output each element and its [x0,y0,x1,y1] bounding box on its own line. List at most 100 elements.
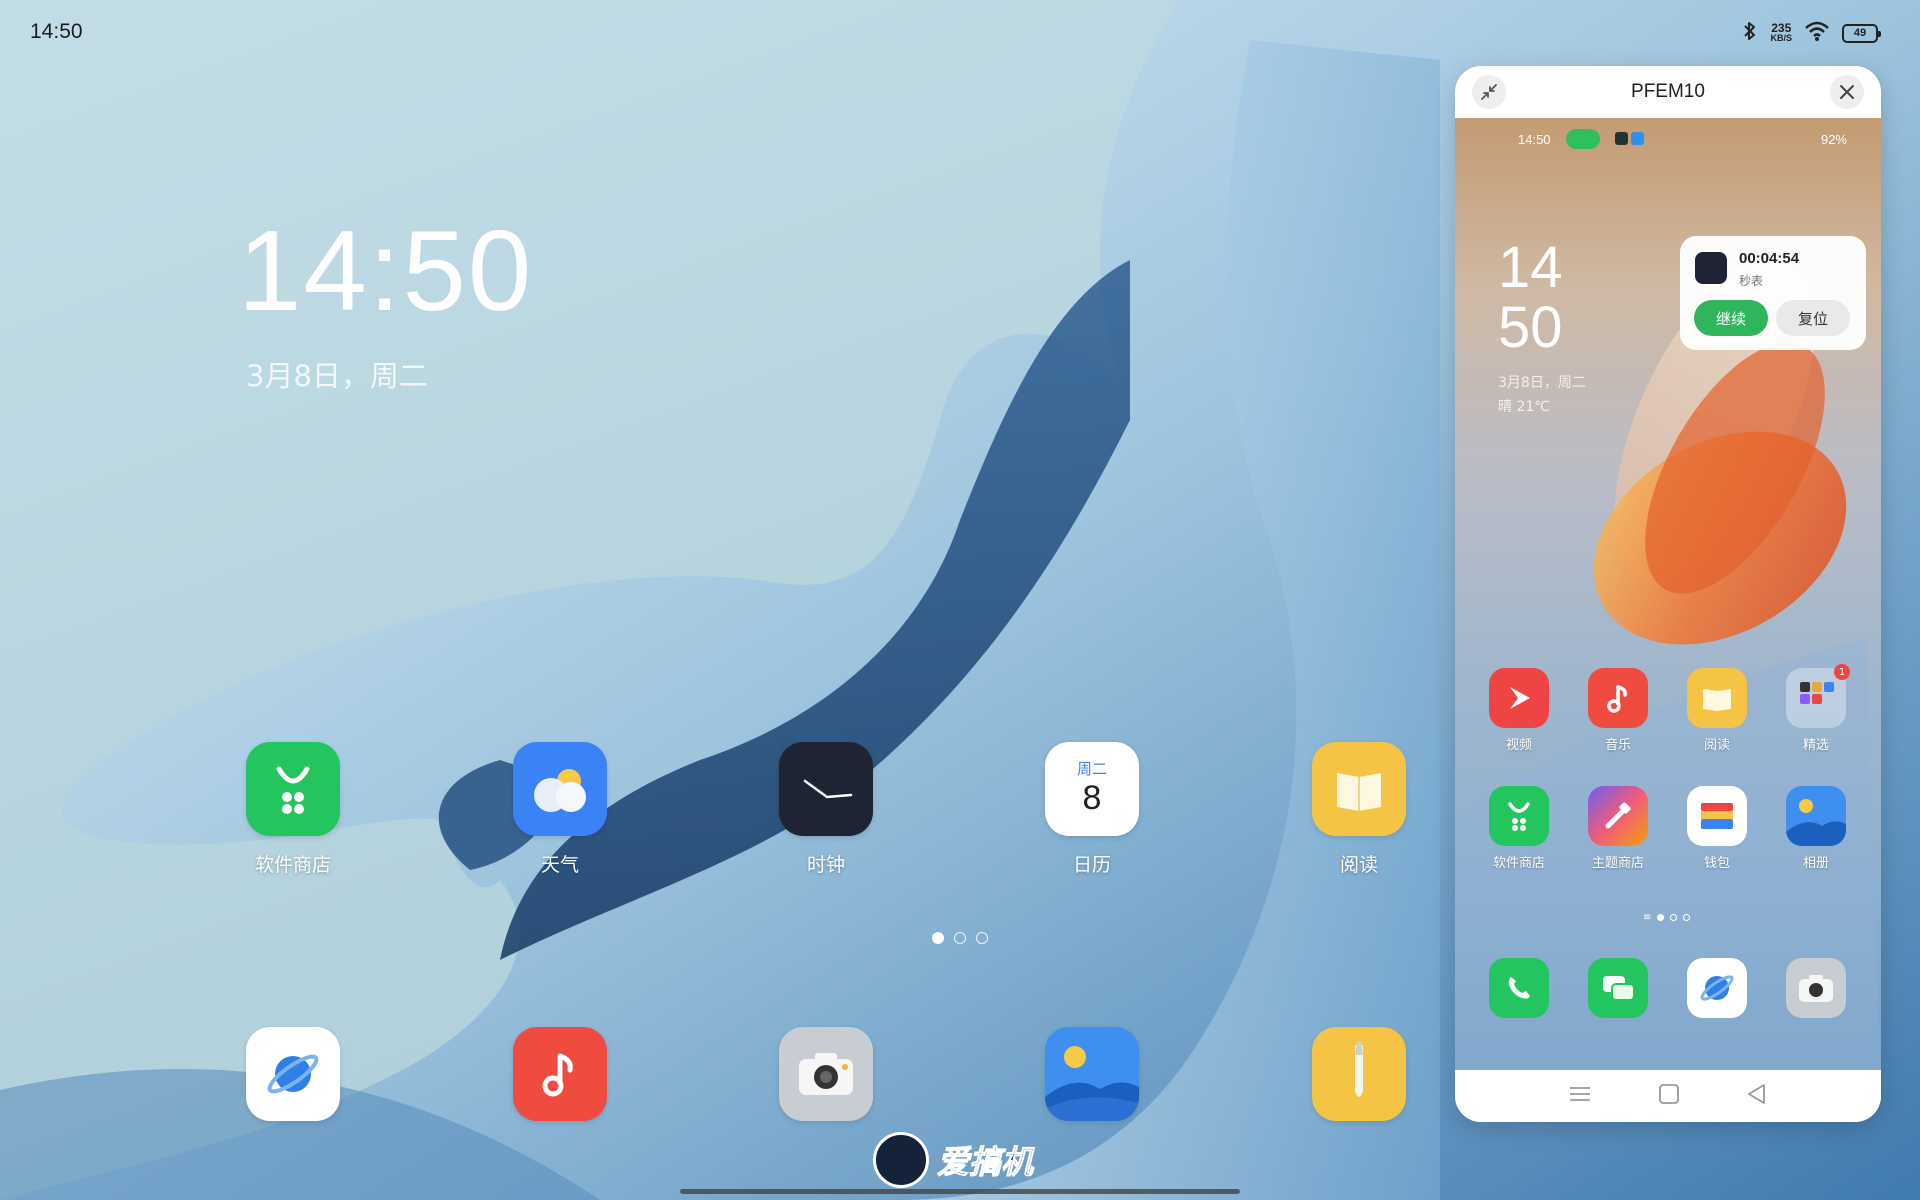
app-store-icon [246,742,340,836]
dock-music[interactable] [480,1027,640,1121]
app-label: 软件商店 [254,854,331,876]
phone-screen[interactable]: 14:50 92% 14 50 3月8日，周二 晴 21℃ 00:04:54 秒… [1455,118,1881,1070]
phone-app-software-store[interactable]: 软件商店 [1474,786,1564,871]
back-icon[interactable] [1746,1083,1768,1109]
home-icon[interactable] [1658,1083,1680,1109]
phone-app-label: 主题商店 [1591,856,1644,871]
clock-date: 3月8日，周二 [246,359,428,393]
home-indicator[interactable] [680,1189,1240,1194]
reset-button[interactable]: 复位 [1776,300,1850,336]
phone-status-time: 14:50 [1518,132,1551,147]
page-dot[interactable] [976,932,988,944]
stopwatch-card[interactable]: 00:04:54 秒表 继续 复位 [1680,236,1866,350]
book-icon [1687,668,1747,728]
phone-nav-bar [1455,1070,1881,1122]
menu-icon: ≡ [1643,912,1652,923]
dock-notes[interactable] [1279,1027,1439,1121]
messages-icon [1588,958,1648,1018]
phone-date: 3月8日，周二 [1498,375,1586,391]
notification-badge: 1 [1834,664,1850,680]
phone-folder-featured[interactable]: 1 精选 [1771,664,1861,753]
gallery-icon [1045,1027,1139,1121]
clock-icon [779,742,873,836]
phone-icon [1489,958,1549,1018]
app-reading[interactable]: 阅读 [1279,742,1439,877]
watermark-text: 爱搞机 [936,1143,1034,1182]
phone-app-reading[interactable]: 阅读 [1672,668,1762,753]
status-time: 14:50 [30,20,83,43]
battery-indicator: 49 [1842,23,1881,43]
phone-app-label: 钱包 [1703,856,1730,871]
network-speed: 235 KB/S [1770,21,1792,43]
calendar-day: 8 [1082,778,1102,817]
phone-mirror-window[interactable]: PFEM10 14:50 92% 14 50 3月8日，周二 晴 21℃ 00:… [1455,66,1881,1122]
phone-status-bar: 14:50 92% [1455,118,1881,162]
weather-icon [513,742,607,836]
phone-app-label: 精选 [1802,738,1829,753]
app-clock[interactable]: 时钟 [746,742,906,877]
app-label: 阅读 [1339,854,1378,876]
dock-browser[interactable] [213,1027,373,1121]
app-label: 日历 [1072,854,1111,876]
close-button[interactable] [1830,75,1864,109]
phone-dock-messages[interactable] [1573,958,1663,1018]
shrink-icon [1481,84,1497,100]
phone-dock-browser[interactable] [1672,958,1762,1018]
watermark-logo [873,1132,929,1188]
dock-gallery[interactable] [1012,1027,1172,1121]
phone-app-label: 软件商店 [1492,856,1545,871]
phone-app-label: 视频 [1505,738,1532,753]
phone-clock-hour: 14 [1498,235,1563,300]
network-speed-value: 235 [1771,21,1792,35]
cast-icon [1566,129,1600,149]
phone-dock-camera[interactable] [1771,958,1861,1018]
page-dot[interactable] [932,932,944,944]
music-icon [1588,668,1648,728]
book-icon [1312,742,1406,836]
camera-icon [1786,958,1846,1018]
app-calendar[interactable]: 周二 8 日历 [1012,742,1172,877]
theme-store-icon [1588,786,1648,846]
phone-page-dot[interactable] [1683,914,1691,921]
phone-page-dot[interactable] [1670,914,1678,921]
phone-app-label: 音乐 [1604,738,1631,753]
page-dot[interactable] [954,932,966,944]
app-weather[interactable]: 天气 [480,742,640,877]
phone-app-video[interactable]: 视频 [1474,668,1564,753]
gallery-icon [1786,786,1846,846]
stopwatch-label: 秒表 [1739,274,1764,288]
window-titlebar[interactable]: PFEM10 [1455,66,1881,118]
phone-page-indicator[interactable]: ≡ [1643,912,1691,923]
phone-app-label: 相册 [1802,856,1829,871]
clock-widget[interactable]: 14:50 3月8日，周二 [238,215,533,395]
phone-app-gallery[interactable]: 相册 [1771,786,1861,871]
bluetooth-icon [1742,20,1758,46]
stopwatch-time: 00:04:54 [1739,250,1800,267]
phone-dock-phone[interactable] [1474,958,1564,1018]
notes-icon [1312,1027,1406,1121]
browser-icon [246,1027,340,1121]
phone-clock-minute: 50 [1498,295,1563,360]
phone-clock-widget[interactable]: 14 50 3月8日，周二 晴 21℃ [1498,238,1586,416]
calendar-weekday: 周二 [1076,759,1107,778]
music-icon [513,1027,607,1121]
phone-weather: 晴 21℃ [1498,399,1550,415]
close-icon [1840,85,1854,99]
phone-app-wallet[interactable]: 钱包 [1672,786,1762,871]
phone-battery: 92% [1820,132,1847,147]
page-indicator[interactable] [932,932,988,944]
status-indicators: 235 KB/S 49 [1742,18,1881,48]
dock-camera[interactable] [746,1027,906,1121]
wifi-icon [1804,20,1830,46]
app-label: 时钟 [806,854,845,876]
folder-icon: 1 [1786,664,1850,728]
phone-app-theme-store[interactable]: 主题商店 [1573,786,1663,871]
app-software-store[interactable]: 软件商店 [213,742,373,877]
status-bar: 14:50 235 KB/S 49 [0,0,1920,64]
continue-button[interactable]: 继续 [1694,300,1768,336]
phone-page-dot[interactable] [1657,914,1665,921]
menu-icon[interactable] [1568,1084,1592,1108]
phone-app-music[interactable]: 音乐 [1573,668,1663,753]
clock-time: 14:50 [238,208,534,335]
minimize-button[interactable] [1472,75,1506,109]
